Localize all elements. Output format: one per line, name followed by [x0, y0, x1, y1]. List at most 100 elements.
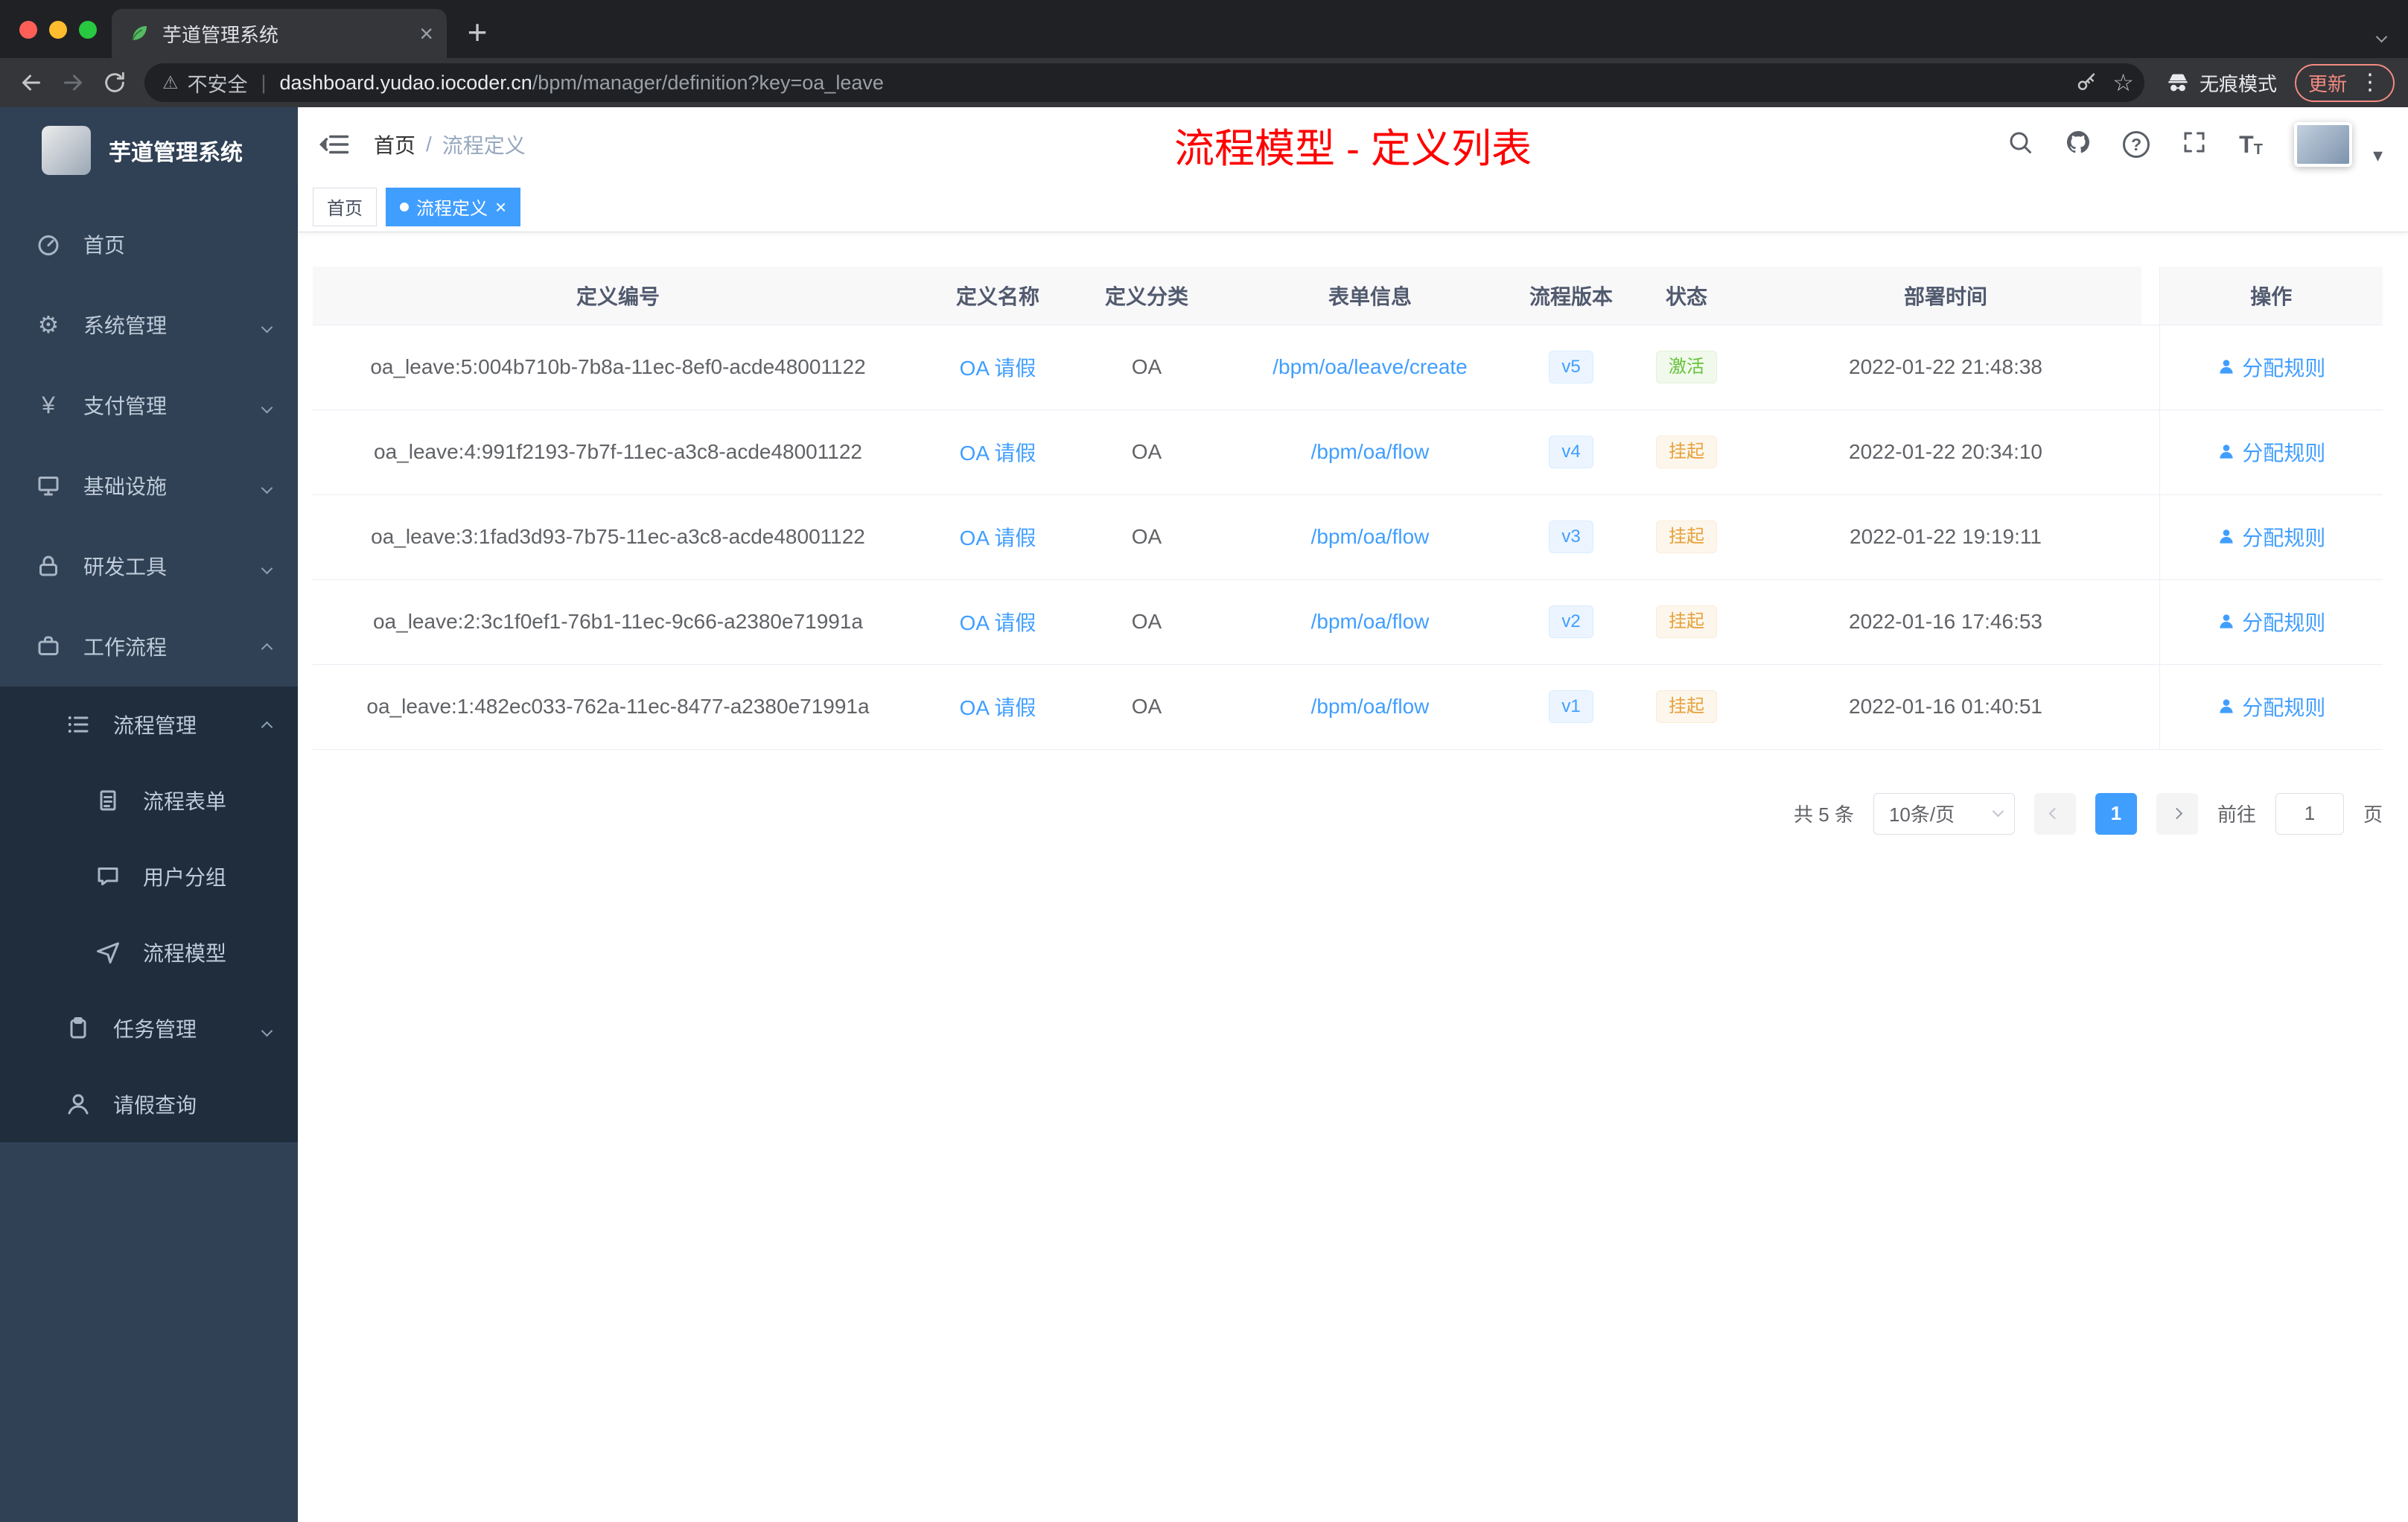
sidebar-item-process-model[interactable]: 流程模型	[0, 914, 298, 990]
status-badge: 挂起	[1656, 435, 1717, 469]
gap-cell	[2141, 325, 2159, 410]
person-icon	[2220, 360, 2233, 374]
table-row: oa_leave:4:991f2193-7b7f-11ec-a3c8-acde4…	[313, 410, 2383, 495]
status-badge: 激活	[1656, 350, 1717, 384]
person-icon	[2220, 614, 2233, 628]
sidebar: 芋道管理系统 首页 ⚙ 系统管理 ¥ 支付管理 基础设施 研发工具 工作流程 流…	[0, 107, 298, 1522]
chevron-down-icon	[261, 474, 273, 497]
browser-update-button[interactable]: 更新 ⋮	[2294, 63, 2395, 102]
page-size-select[interactable]: 10条/页	[1873, 792, 2015, 835]
assign-rule-button[interactable]: 分配规则	[2217, 437, 2325, 467]
next-page-button[interactable]	[2156, 792, 2198, 835]
url-divider: |	[261, 71, 267, 94]
sidebar-item-home[interactable]: 首页	[0, 204, 298, 284]
sidebar-item-infra[interactable]: 基础设施	[0, 445, 298, 526]
definition-name-link[interactable]: OA 请假	[960, 696, 1036, 719]
minimize-window-button[interactable]	[49, 21, 67, 39]
sidebar-logo[interactable]: 芋道管理系统	[0, 107, 298, 194]
definition-name-link[interactable]: OA 请假	[960, 526, 1036, 550]
assign-rule-button[interactable]: 分配规则	[2217, 522, 2325, 552]
app-frame: 芋道管理系统 首页 ⚙ 系统管理 ¥ 支付管理 基础设施 研发工具 工作流程 流…	[0, 107, 2408, 1522]
gap-cell	[2141, 579, 2159, 665]
hamburger-icon[interactable]	[317, 127, 351, 162]
fullscreen-icon[interactable]	[2181, 129, 2208, 161]
version-badge: v1	[1549, 690, 1593, 724]
definition-name-link[interactable]: OA 请假	[960, 611, 1036, 634]
chevron-down-icon	[261, 1016, 273, 1040]
clipboard-icon	[63, 1013, 94, 1044]
assign-rule-button[interactable]: 分配规则	[2217, 607, 2325, 637]
table-row: oa_leave:2:3c1f0ef1-76b1-11ec-9c66-a2380…	[313, 579, 2383, 665]
user-avatar[interactable]	[2293, 122, 2352, 167]
definition-category: OA	[1072, 494, 1221, 580]
tag-process-definition[interactable]: 流程定义 ×	[386, 187, 521, 226]
form-info-link[interactable]: /bpm/oa/flow	[1311, 525, 1430, 548]
table-row: oa_leave:1:482ec033-762a-11ec-8477-a2380…	[313, 664, 2383, 750]
assign-rule-button[interactable]: 分配规则	[2217, 692, 2325, 722]
definition-name-link[interactable]: OA 请假	[960, 357, 1036, 380]
current-page-button[interactable]: 1	[2095, 792, 2137, 835]
bookmark-star-icon[interactable]: ☆	[2112, 69, 2134, 97]
version-badge: v3	[1549, 520, 1593, 554]
help-icon[interactable]: ?	[2123, 131, 2150, 158]
forward-icon[interactable]	[55, 65, 91, 101]
address-bar[interactable]: ⚠ 不安全 | dashboard.yudao.iocoder.cn/bpm/m…	[144, 63, 2144, 102]
browser-tab[interactable]: 芋道管理系统 ×	[112, 9, 447, 58]
sidebar-item-task-mgmt[interactable]: 任务管理	[0, 990, 298, 1066]
maximize-window-button[interactable]	[79, 21, 97, 39]
tab-search-chevron-icon[interactable]	[2375, 22, 2388, 46]
tab-close-icon[interactable]: ×	[419, 22, 433, 45]
form-info-link[interactable]: /bpm/oa/flow	[1311, 440, 1430, 463]
new-tab-button[interactable]: +	[457, 12, 497, 52]
navbar-actions: ? TT ▾	[2007, 122, 2383, 167]
tag-home[interactable]: 首页	[313, 187, 377, 226]
definition-name-link[interactable]: OA 请假	[960, 442, 1036, 465]
chat-icon	[92, 861, 124, 892]
status-badge: 挂起	[1656, 605, 1717, 639]
content: 定义编号 定义名称 定义分类 表单信息 流程版本 状态 部署时间 操作 oa_l…	[298, 232, 2408, 1522]
workflow-submenu: 流程管理 流程表单 用户分组 流程模型 任务管理 请假查询	[0, 687, 298, 1142]
deploy-time: 2022-01-22 21:48:38	[1750, 325, 2141, 410]
sidebar-item-workflow[interactable]: 工作流程	[0, 606, 298, 687]
prev-page-button[interactable]	[2033, 792, 2076, 835]
col-process-version: 流程版本	[1519, 267, 1623, 325]
breadcrumb-separator: /	[426, 133, 432, 156]
col-definition-name: 定义名称	[923, 267, 1072, 325]
page-unit-label: 页	[2363, 803, 2383, 826]
avatar-caret-icon[interactable]: ▾	[2373, 144, 2383, 167]
password-key-icon[interactable]	[2075, 71, 2098, 94]
sidebar-item-payment[interactable]: ¥ 支付管理	[0, 365, 298, 445]
gap-cell	[2141, 494, 2159, 580]
table-row: oa_leave:5:004b710b-7b8a-11ec-8ef0-acde4…	[313, 325, 2383, 410]
chevron-down-icon	[261, 554, 273, 578]
browser-menu-kebab-icon[interactable]: ⋮	[2359, 71, 2381, 94]
font-size-icon[interactable]: TT	[2239, 131, 2263, 159]
sidebar-item-system[interactable]: ⚙ 系统管理	[0, 284, 298, 365]
col-definition-category: 定义分类	[1072, 267, 1221, 325]
sidebar-item-devtools[interactable]: 研发工具	[0, 526, 298, 606]
reload-icon[interactable]	[97, 65, 133, 101]
tab-title: 芋道管理系统	[162, 23, 279, 46]
github-icon[interactable]	[2065, 129, 2092, 161]
pagination: 共 5 条 10条/页 1 前往 页	[313, 792, 2383, 835]
sidebar-item-user-group[interactable]: 用户分组	[0, 838, 298, 914]
form-info-link[interactable]: /bpm/oa/flow	[1311, 695, 1430, 718]
back-icon[interactable]	[13, 65, 49, 101]
page-url: dashboard.yudao.iocoder.cn/bpm/manager/d…	[279, 71, 884, 94]
document-icon	[92, 785, 124, 816]
search-icon[interactable]	[2007, 129, 2033, 161]
tag-close-icon[interactable]: ×	[495, 197, 506, 217]
sidebar-item-process-form[interactable]: 流程表单	[0, 762, 298, 838]
definition-category: OA	[1072, 579, 1221, 665]
navbar: 首页 / 流程定义 流程模型 - 定义列表 ? TT ▾	[298, 107, 2408, 182]
goto-page-input[interactable]	[2275, 792, 2344, 835]
close-window-button[interactable]	[19, 21, 37, 39]
assign-rule-button[interactable]: 分配规则	[2217, 352, 2325, 382]
form-info-link[interactable]: /bpm/oa/leave/create	[1273, 355, 1468, 378]
sidebar-item-process-mgmt[interactable]: 流程管理	[0, 687, 298, 762]
form-info-link[interactable]: /bpm/oa/flow	[1311, 610, 1430, 633]
breadcrumb-home[interactable]: 首页	[374, 130, 415, 159]
list-icon	[63, 709, 94, 740]
sidebar-item-leave-query[interactable]: 请假查询	[0, 1066, 298, 1142]
chevron-down-icon	[261, 393, 273, 417]
